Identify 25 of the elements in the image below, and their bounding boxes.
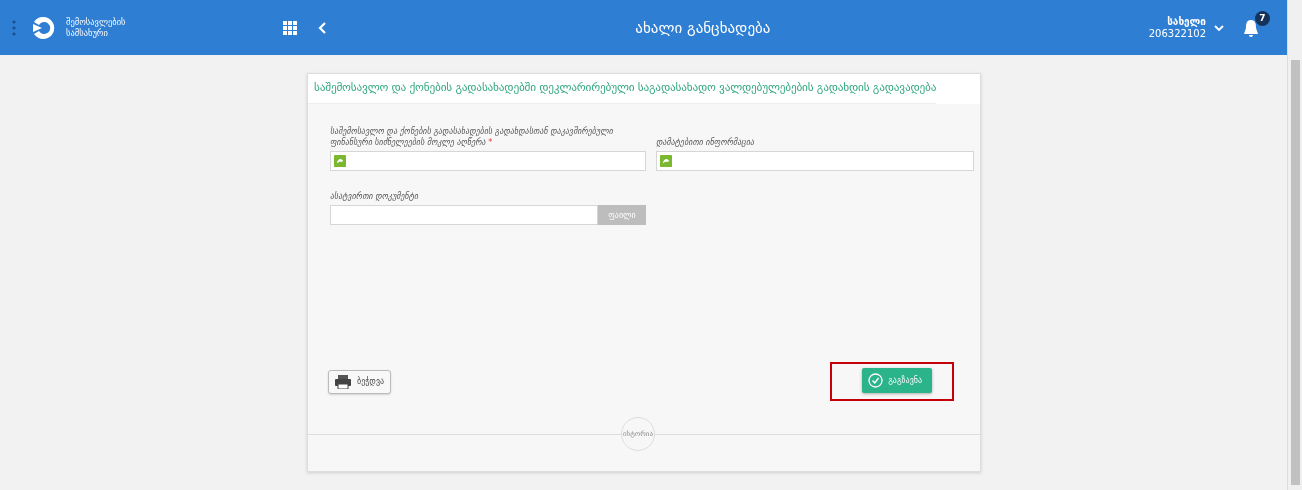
back-icon[interactable] (317, 20, 327, 35)
field-label: საშემოსავლო და ქონების გადასახადების გადახდასთან დაკავშირებული ფინანსური სიძნელეების მოკლე აღწერა * (330, 126, 614, 148)
input-field[interactable] (656, 151, 974, 171)
field-label: დამატებითი ინფორმაცია (656, 137, 756, 148)
page-title: ახალი განცხადება (634, 18, 772, 37)
keyboard-language-icon[interactable] (660, 155, 672, 167)
field-label: ასატვირთი დოკუმენტი (330, 191, 420, 202)
notification-badge: 7 (1255, 10, 1270, 26)
file-field[interactable] (330, 205, 598, 225)
scrollbar[interactable] (1287, 0, 1302, 490)
check-icon (868, 373, 884, 388)
print-button[interactable]: ბეჭდვა (328, 369, 392, 394)
file-button[interactable]: ფაილი (598, 205, 646, 225)
input-field[interactable] (330, 151, 646, 171)
logo-text: შემოსავლების სამსახური (66, 16, 127, 39)
user-name[interactable]: სახელი (1167, 15, 1206, 28)
user-id: 206322102 (1148, 27, 1206, 40)
more-icon[interactable] (12, 19, 16, 36)
caret-icon[interactable] (1214, 23, 1224, 32)
submit-button[interactable]: გაგზავნა (862, 368, 932, 393)
keyboard-language-icon[interactable] (334, 155, 346, 167)
logo-icon (30, 14, 56, 41)
apps-grid-icon[interactable] (283, 20, 297, 35)
printer-icon (335, 374, 351, 389)
bell-icon[interactable] (1242, 18, 1260, 39)
